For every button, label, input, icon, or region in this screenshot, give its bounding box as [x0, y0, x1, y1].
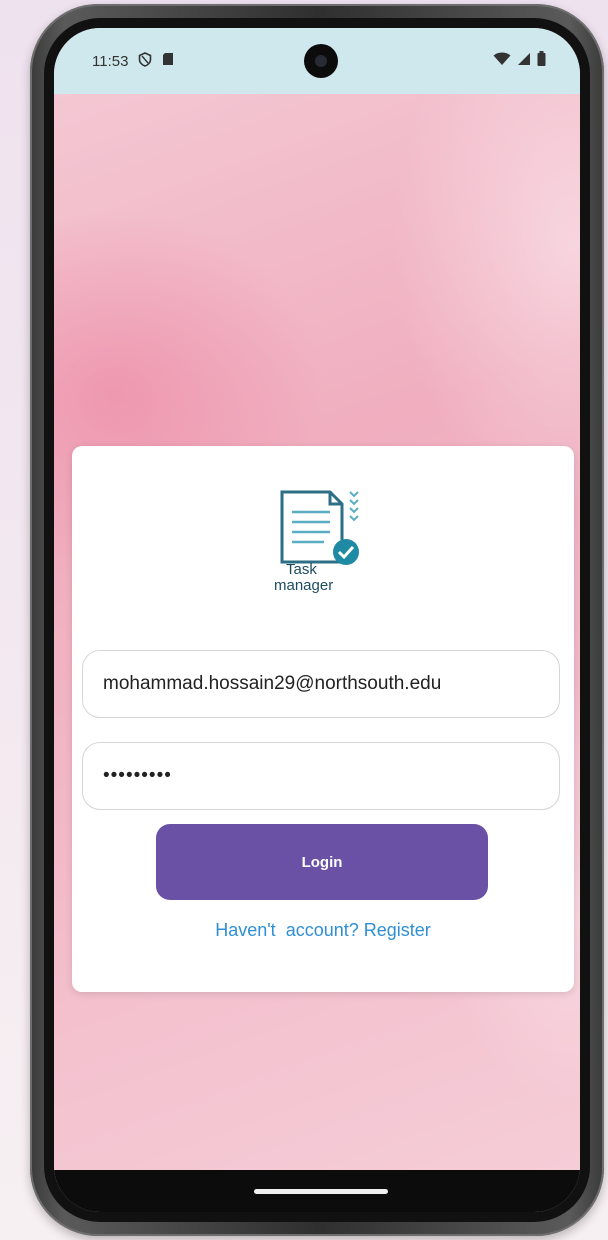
sd-card-icon — [162, 52, 174, 69]
wallpaper: Task manager Login Haven't account? Regi… — [54, 94, 580, 1170]
home-indicator[interactable] — [254, 1189, 388, 1194]
phone-bezel: 11:53 Task manager mohammad.hossain29@no… — [44, 18, 590, 1222]
status-time: 11:53 — [92, 53, 129, 70]
phone-screen: 11:53 Task manager mohammad.hossain29@no… — [54, 28, 580, 1212]
task-manager-logo: Task manager — [274, 490, 359, 594]
register-link[interactable]: Haven't account? Register — [72, 920, 574, 941]
phone-frame: 11:53 Task manager mohammad.hossain29@no… — [30, 4, 604, 1236]
navigation-bar — [54, 1170, 580, 1212]
signal-icon — [518, 53, 531, 65]
wifi-icon — [493, 52, 511, 65]
shield-icon — [138, 52, 152, 70]
password-field[interactable] — [82, 742, 560, 810]
battery-icon — [537, 51, 546, 66]
front-camera — [304, 44, 338, 78]
email-field[interactable] — [82, 650, 560, 718]
status-bar: 11:53 — [54, 28, 580, 94]
logo-text-line2: manager — [274, 577, 333, 594]
logo-text-line1: Task — [286, 561, 317, 578]
login-button[interactable]: Login — [156, 824, 488, 900]
login-card: Task manager Login Haven't account? Regi… — [72, 446, 574, 992]
status-right-icons — [493, 51, 546, 69]
